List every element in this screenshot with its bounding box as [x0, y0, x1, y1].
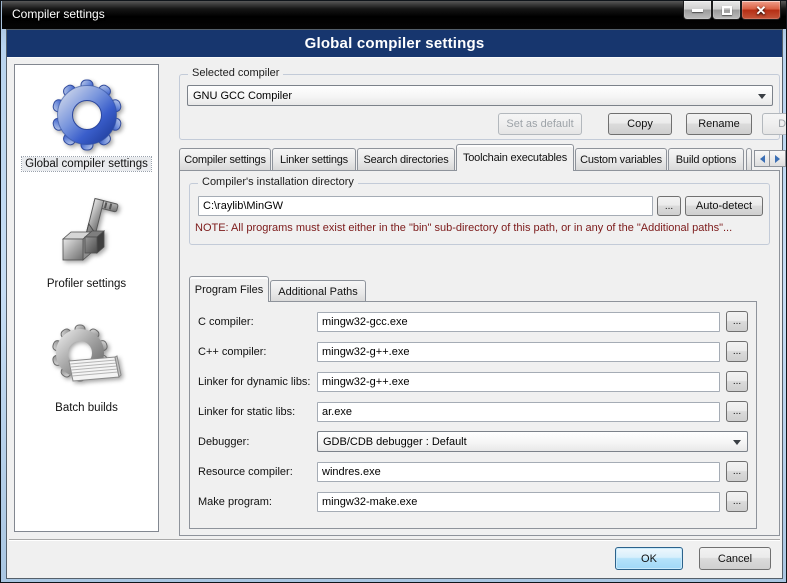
compiler-select[interactable]: GNU GCC Compiler — [187, 85, 773, 106]
minimize-button[interactable] — [683, 1, 712, 20]
installation-directory-group: Compiler's installation directory ... Au… — [189, 183, 770, 245]
maximize-icon — [722, 6, 732, 15]
arrow-left-icon — [760, 155, 765, 163]
make-program-browse-button[interactable]: ... — [726, 491, 748, 512]
installation-directory-row: ... Auto-detect — [198, 196, 763, 216]
field-label: Debugger: — [198, 436, 317, 448]
titlebar[interactable]: Compiler settings ✕ — [2, 1, 787, 29]
tab-search-directories[interactable]: Search directories — [357, 148, 455, 170]
window-title: Compiler settings — [12, 7, 105, 21]
tab-partial[interactable] — [746, 148, 752, 170]
tab-scroll-buttons — [754, 150, 786, 167]
tab-toolchain-executables[interactable]: Toolchain executables — [456, 144, 574, 171]
sidebar-item-label: Global compiler settings — [22, 157, 151, 171]
field-row-cpp-compiler: C++ compiler: ... — [198, 341, 750, 362]
linker-static-input[interactable] — [317, 402, 720, 422]
resource-compiler-input[interactable] — [317, 462, 720, 482]
sidebar-item-profiler-settings[interactable]: Profiler settings — [15, 193, 158, 291]
installation-directory-legend: Compiler's installation directory — [198, 176, 358, 188]
gray-gear-stack-icon — [49, 317, 125, 395]
field-label: Make program: — [198, 496, 317, 508]
field-row-linker-static: Linker for static libs: ... — [198, 401, 750, 422]
resource-compiler-browse-button[interactable]: ... — [726, 461, 748, 482]
chevron-down-icon — [758, 94, 766, 99]
field-row-linker-dynamic: Linker for dynamic libs: ... — [198, 371, 750, 392]
cpp-compiler-browse-button[interactable]: ... — [726, 341, 748, 362]
sidebar-item-label: Batch builds — [52, 401, 121, 415]
set-as-default-button[interactable]: Set as default — [498, 113, 582, 135]
field-row-c-compiler: C compiler: ... — [198, 311, 750, 332]
tab-scroll-left-button[interactable] — [754, 150, 770, 167]
sidebar-item-global-compiler-settings[interactable]: Global compiler settings — [15, 73, 158, 171]
toolchain-executables-panel: Compiler's installation directory ... Au… — [179, 170, 780, 536]
compiler-settings-dialog: Compiler settings ✕ Global compiler sett… — [0, 0, 787, 583]
linker-dynamic-browse-button[interactable]: ... — [726, 371, 748, 392]
field-row-debugger: Debugger: GDB/CDB debugger : Default — [198, 431, 750, 452]
footer-separator — [9, 539, 780, 541]
browse-directory-button[interactable]: ... — [657, 196, 681, 216]
ok-button[interactable]: OK — [615, 547, 683, 570]
tab-build-options[interactable]: Build options — [668, 148, 744, 170]
close-button[interactable]: ✕ — [741, 1, 781, 20]
page-banner: Global compiler settings — [7, 30, 782, 58]
tab-linker-settings[interactable]: Linker settings — [272, 148, 356, 170]
delete-button[interactable]: Delete — [762, 113, 787, 135]
tab-scroll-right-button[interactable] — [770, 150, 786, 167]
close-icon: ✕ — [756, 4, 767, 17]
program-files-panel: C compiler: ... C++ compiler: ... Linker… — [189, 301, 757, 529]
subtab-program-files[interactable]: Program Files — [189, 276, 269, 302]
field-row-resource-compiler: Resource compiler: ... — [198, 461, 750, 482]
cancel-button[interactable]: Cancel — [699, 547, 771, 570]
minimize-icon — [692, 9, 703, 12]
field-label: Linker for static libs: — [198, 406, 317, 418]
page-title: Global compiler settings — [305, 35, 485, 52]
debugger-select[interactable]: GDB/CDB debugger : Default — [317, 431, 748, 452]
dialog-body: Global compiler settings — [6, 29, 783, 579]
installation-directory-input[interactable] — [198, 196, 653, 216]
chevron-down-icon — [733, 440, 741, 445]
make-program-input[interactable] — [317, 492, 720, 512]
field-label: C compiler: — [198, 316, 317, 328]
tab-custom-variables[interactable]: Custom variables — [575, 148, 667, 170]
selected-compiler-group: Selected compiler GNU GCC Compiler Set a… — [179, 74, 780, 140]
settings-sidebar: Global compiler settings — [14, 64, 159, 532]
sidebar-item-label: Profiler settings — [44, 277, 129, 291]
field-label: Resource compiler: — [198, 466, 317, 478]
field-label: C++ compiler: — [198, 346, 317, 358]
sidebar-item-batch-builds[interactable]: Batch builds — [15, 317, 158, 415]
copy-button[interactable]: Copy — [608, 113, 672, 135]
field-row-make-program: Make program: ... — [198, 491, 750, 512]
arrow-right-icon — [775, 155, 780, 163]
window-controls: ✕ — [683, 1, 781, 21]
note-text: NOTE: All programs must exist either in … — [195, 222, 732, 234]
field-label: Linker for dynamic libs: — [198, 376, 317, 388]
debugger-select-value: GDB/CDB debugger : Default — [323, 436, 467, 448]
cpp-compiler-input[interactable] — [317, 342, 720, 362]
caliper-icon — [51, 193, 123, 271]
blue-gear-icon — [51, 73, 123, 151]
subtab-additional-paths[interactable]: Additional Paths — [270, 280, 366, 302]
linker-dynamic-input[interactable] — [317, 372, 720, 392]
rename-button[interactable]: Rename — [686, 113, 752, 135]
linker-static-browse-button[interactable]: ... — [726, 401, 748, 422]
auto-detect-button[interactable]: Auto-detect — [685, 196, 763, 216]
c-compiler-browse-button[interactable]: ... — [726, 311, 748, 332]
c-compiler-input[interactable] — [317, 312, 720, 332]
compiler-select-value: GNU GCC Compiler — [193, 90, 292, 102]
selected-compiler-legend: Selected compiler — [188, 67, 283, 79]
tab-compiler-settings[interactable]: Compiler settings — [179, 148, 271, 170]
maximize-button[interactable] — [712, 1, 741, 20]
